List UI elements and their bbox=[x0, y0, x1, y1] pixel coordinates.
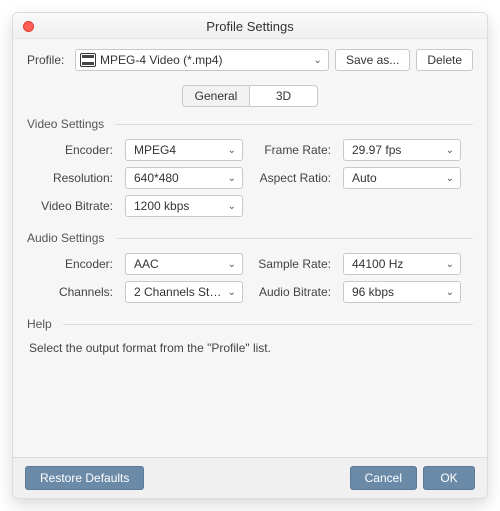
profile-row: Profile: MPEG-4 Video (*.mp4) ⌄ Save as.… bbox=[27, 49, 473, 71]
help-title: Help bbox=[27, 317, 473, 331]
chevron-down-icon: ⌄ bbox=[226, 145, 238, 156]
video-bitrate-label: Video Bitrate: bbox=[27, 199, 115, 213]
sample-rate-select[interactable]: 44100 Hz ⌄ bbox=[343, 253, 461, 275]
audio-bitrate-label: Audio Bitrate: bbox=[253, 285, 333, 299]
chevron-down-icon: ⌄ bbox=[226, 259, 238, 270]
chevron-down-icon: ⌄ bbox=[444, 287, 456, 298]
help-text: Select the output format from the "Profi… bbox=[27, 335, 473, 355]
chevron-down-icon: ⌄ bbox=[226, 287, 238, 298]
chevron-down-icon: ⌄ bbox=[444, 259, 456, 270]
footer: Restore Defaults Cancel OK bbox=[13, 457, 487, 498]
audio-bitrate-select[interactable]: 96 kbps ⌄ bbox=[343, 281, 461, 303]
tab-3d[interactable]: 3D bbox=[250, 85, 318, 107]
profile-settings-window: Profile Settings Profile: MPEG-4 Video (… bbox=[12, 12, 488, 499]
channels-select[interactable]: 2 Channels Stereo ⌄ bbox=[125, 281, 243, 303]
audio-encoder-select[interactable]: AAC ⌄ bbox=[125, 253, 243, 275]
video-bitrate-select[interactable]: 1200 kbps ⌄ bbox=[125, 195, 243, 217]
audio-settings-title: Audio Settings bbox=[27, 231, 473, 245]
video-encoder-select[interactable]: MPEG4 ⌄ bbox=[125, 139, 243, 161]
aspect-ratio-label: Aspect Ratio: bbox=[253, 171, 333, 185]
resolution-select[interactable]: 640*480 ⌄ bbox=[125, 167, 243, 189]
sample-rate-label: Sample Rate: bbox=[253, 257, 333, 271]
close-icon[interactable] bbox=[23, 21, 34, 32]
chevron-down-icon: ⌄ bbox=[444, 173, 456, 184]
cancel-button[interactable]: Cancel bbox=[350, 466, 417, 490]
help-group: Help Select the output format from the "… bbox=[27, 317, 473, 355]
profile-value: MPEG-4 Video (*.mp4) bbox=[96, 53, 227, 67]
titlebar: Profile Settings bbox=[13, 13, 487, 39]
chevron-down-icon: ⌄ bbox=[226, 173, 238, 184]
chevron-down-icon: ⌄ bbox=[312, 55, 324, 66]
save-as-button[interactable]: Save as... bbox=[335, 49, 410, 71]
frame-rate-select[interactable]: 29.97 fps ⌄ bbox=[343, 139, 461, 161]
tabs: General 3D bbox=[27, 85, 473, 107]
video-settings-title: Video Settings bbox=[27, 117, 473, 131]
video-settings-group: Video Settings Encoder: MPEG4 ⌄ Frame Ra… bbox=[27, 117, 473, 217]
channels-label: Channels: bbox=[27, 285, 115, 299]
aspect-ratio-select[interactable]: Auto ⌄ bbox=[343, 167, 461, 189]
window-controls bbox=[23, 21, 34, 32]
audio-settings-group: Audio Settings Encoder: AAC ⌄ Sample Rat… bbox=[27, 231, 473, 303]
video-encoder-label: Encoder: bbox=[27, 143, 115, 157]
mp4-icon bbox=[80, 53, 96, 67]
delete-button[interactable]: Delete bbox=[416, 49, 473, 71]
audio-encoder-label: Encoder: bbox=[27, 257, 115, 271]
chevron-down-icon: ⌄ bbox=[444, 145, 456, 156]
resolution-label: Resolution: bbox=[27, 171, 115, 185]
ok-button[interactable]: OK bbox=[423, 466, 475, 490]
frame-rate-label: Frame Rate: bbox=[253, 143, 333, 157]
tab-general[interactable]: General bbox=[182, 85, 250, 107]
restore-defaults-button[interactable]: Restore Defaults bbox=[25, 466, 144, 490]
profile-label: Profile: bbox=[27, 53, 69, 67]
profile-select[interactable]: MPEG-4 Video (*.mp4) ⌄ bbox=[75, 49, 329, 71]
content: Profile: MPEG-4 Video (*.mp4) ⌄ Save as.… bbox=[13, 39, 487, 457]
window-title: Profile Settings bbox=[206, 19, 293, 34]
chevron-down-icon: ⌄ bbox=[226, 201, 238, 212]
